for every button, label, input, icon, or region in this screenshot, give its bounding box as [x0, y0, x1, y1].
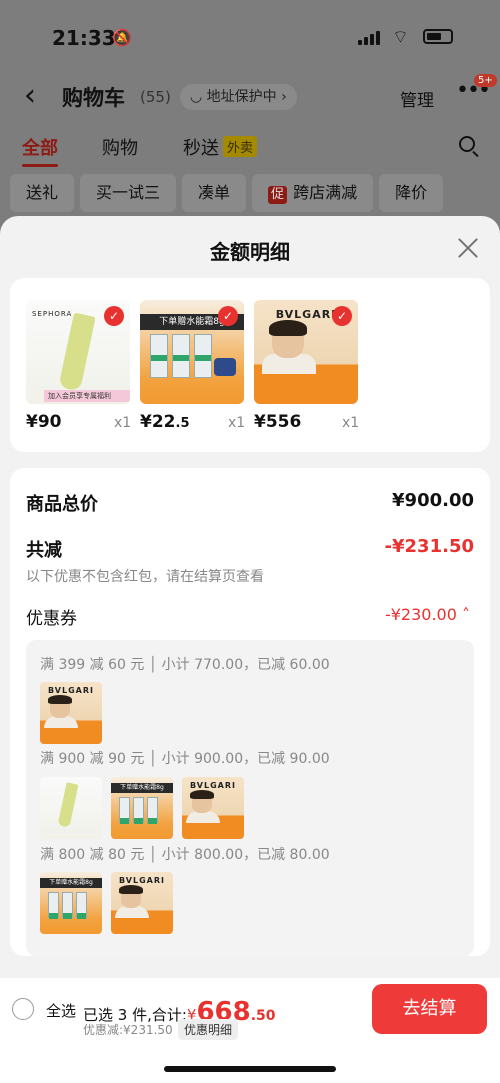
product-qty: x1: [228, 415, 246, 431]
chip-cross-store[interactable]: 促跨店满减: [252, 174, 374, 212]
box-shape: [76, 892, 87, 919]
product-card: SEPHORA 加入会员享专属福利 ✓ ¥90 x1 下单赠水能霜8g ✓ ¥2…: [10, 278, 490, 452]
more-badge: 5+: [474, 74, 497, 87]
select-all-radio[interactable]: [12, 998, 34, 1020]
product-image: 下单赠水能霜8g ✓: [140, 300, 244, 404]
chip-price-drop[interactable]: 降价: [379, 174, 444, 212]
box-shape: [133, 797, 144, 824]
tab-shopping[interactable]: 购物: [102, 134, 138, 160]
chip-gift[interactable]: 送礼: [10, 174, 75, 212]
discount-detail-button[interactable]: 优惠明细: [178, 1019, 239, 1040]
battery-icon: [423, 29, 453, 44]
total-value: ¥900.00: [392, 490, 474, 511]
box-shape: [194, 334, 212, 378]
price-dec: .5: [175, 416, 190, 431]
product-image: BVLGARI: [40, 682, 102, 744]
brand-logo: BVLGARI: [48, 686, 94, 695]
address-protection[interactable]: ◡ 地址保护中 ›: [180, 84, 297, 110]
takeout-tag: 外卖: [223, 136, 258, 157]
discount-text: 优惠减:¥231.50: [83, 1023, 173, 1037]
cart-count: (55): [140, 88, 171, 106]
price-main: ¥22: [140, 412, 176, 432]
product-price: ¥556: [254, 412, 302, 432]
person-hair: [269, 320, 307, 336]
coupon-value[interactable]: -¥230.00 ˄: [385, 605, 470, 624]
check-icon: ✓: [332, 306, 352, 326]
checkout-bar: 全选 已选 3 件,合计:¥668.50 优惠减:¥231.50 优惠明细 去结…: [0, 978, 500, 1083]
total-dec: .50: [250, 1008, 276, 1024]
box-shape: [150, 334, 168, 378]
filter-chips: 送礼 买一试三 凑单 促跨店满减 降价: [10, 174, 500, 212]
amount-detail-sheet: 金额明细 SEPHORA 加入会员享专属福利 ✓ ¥90 x1 下单赠水能霜8g…: [0, 216, 500, 1083]
status-time: 21:33: [52, 26, 116, 50]
product-item[interactable]: 下单赠水能霜8g ✓ ¥22.5 x1: [140, 300, 246, 432]
brand-logo: BVLGARI: [119, 876, 165, 885]
signal-icon: [358, 31, 380, 45]
gift-banner: 下单赠水能霜8g: [40, 878, 102, 888]
sheet-title: 金额明细: [210, 240, 290, 264]
summary-card: 商品总价 ¥900.00 共减 -¥231.50 以下优惠不包含红包，请在结算页…: [10, 468, 490, 956]
coupon-rule: 满 800 减 80 元 │ 小计 800.00，已减 80.00: [40, 847, 330, 863]
box-shape: [147, 797, 158, 824]
coupon-rule: 满 900 减 90 元 │ 小计 900.00，已减 90.00: [40, 751, 330, 767]
product-qty: x1: [342, 415, 360, 431]
nav-bar: ‹ 购物车 (55) ◡ 地址保护中 › 管理 ••• 5+: [0, 74, 500, 118]
product-image: [40, 777, 102, 839]
product-image: 下单赠水能霜8g: [40, 872, 102, 934]
manage-button[interactable]: 管理: [400, 86, 434, 111]
box-shape: [119, 797, 130, 824]
person-hair: [48, 695, 72, 704]
home-indicator: [164, 1066, 336, 1072]
tube-shape: [57, 782, 79, 828]
tube-shape: [58, 312, 96, 392]
coupon-detail: 满 399 减 60 元 │ 小计 770.00，已减 60.00 BVLGAR…: [26, 640, 474, 956]
box-shape: [172, 334, 190, 378]
product-image: BVLGARI ✓: [254, 300, 358, 404]
brand-logo: BVLGARI: [190, 781, 236, 790]
tab-all[interactable]: 全部: [22, 134, 58, 167]
reduce-label: 共减: [26, 540, 62, 561]
product-item[interactable]: BVLGARI ✓ ¥556 x1: [254, 300, 360, 432]
member-band: 加入会员享专属福利: [44, 390, 130, 402]
person-hair: [190, 790, 214, 799]
box-shape: [62, 892, 73, 919]
checkout-button[interactable]: 去结算: [372, 984, 487, 1034]
promo-badge: 促: [268, 186, 288, 204]
product-qty: x1: [114, 415, 132, 431]
box-shape: [48, 892, 59, 919]
product-price: ¥22.5: [140, 412, 189, 432]
reduce-note: 以下优惠不包含红包，请在结算页查看: [26, 569, 264, 585]
chip-cross-store-label: 跨店满减: [293, 183, 358, 202]
product-image: BVLGARI: [111, 872, 173, 934]
jar-shape: [214, 358, 236, 376]
mute-icon: 🔕: [112, 28, 132, 47]
chip-try[interactable]: 买一试三: [80, 174, 177, 212]
close-icon[interactable]: [456, 236, 480, 260]
product-image: 下单赠水能霜8g: [111, 777, 173, 839]
product-image: BVLGARI: [182, 777, 244, 839]
product-item[interactable]: SEPHORA 加入会员享专属福利 ✓ ¥90 x1: [26, 300, 132, 432]
reduce-value: -¥231.50: [384, 536, 474, 557]
gift-banner: 下单赠水能霜8g: [111, 783, 173, 793]
tab-miaosong[interactable]: 秒送 外卖: [183, 134, 258, 160]
total-label: 商品总价: [26, 494, 98, 515]
person-hair: [119, 885, 143, 894]
wifi-icon: ⌔: [392, 27, 409, 48]
chip-bundle[interactable]: 凑单: [182, 174, 247, 212]
coupon-label: 优惠券: [26, 609, 77, 629]
check-icon: ✓: [104, 306, 124, 326]
chevron-left-icon[interactable]: ‹: [24, 78, 36, 113]
brand-text: SEPHORA: [32, 310, 73, 318]
tab-miaosong-label: 秒送: [183, 138, 219, 159]
search-icon[interactable]: [459, 136, 475, 152]
coupon-rule: 满 399 减 60 元 │ 小计 770.00，已减 60.00: [40, 657, 330, 673]
tab-bar: 全部 购物 秒送 外卖: [0, 134, 500, 170]
product-image: SEPHORA 加入会员享专属福利 ✓: [26, 300, 130, 404]
page-title: 购物车: [62, 86, 125, 110]
status-bar: 21:33 🔕 ⌔: [0, 0, 500, 70]
select-all-label[interactable]: 全选: [46, 1000, 76, 1021]
product-price: ¥90: [26, 412, 62, 432]
check-icon: ✓: [218, 306, 238, 326]
